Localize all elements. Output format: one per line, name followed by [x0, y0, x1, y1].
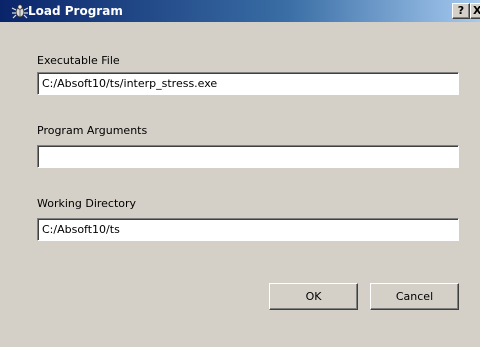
program-arguments-label: Program Arguments — [37, 124, 148, 137]
executable-file-input[interactable]: C:/Absoft10/ts/interp_stress.exe — [37, 72, 459, 95]
working-directory-input[interactable]: C:/Absoft10/ts — [37, 218, 459, 241]
help-button[interactable]: ? — [452, 3, 470, 19]
program-arguments-input[interactable] — [37, 145, 459, 168]
bug-icon — [11, 3, 29, 19]
cancel-button[interactable]: Cancel — [370, 283, 459, 310]
load-program-dialog: Load Program ? X Executable File C:/Abso… — [0, 0, 480, 347]
ok-button[interactable]: OK — [269, 283, 358, 310]
working-directory-label: Working Directory — [37, 197, 137, 210]
title-bar[interactable]: Load Program ? X — [0, 0, 480, 22]
close-button[interactable]: X — [470, 3, 480, 19]
executable-file-label: Executable File — [37, 54, 120, 67]
window-title: Load Program — [28, 4, 123, 18]
